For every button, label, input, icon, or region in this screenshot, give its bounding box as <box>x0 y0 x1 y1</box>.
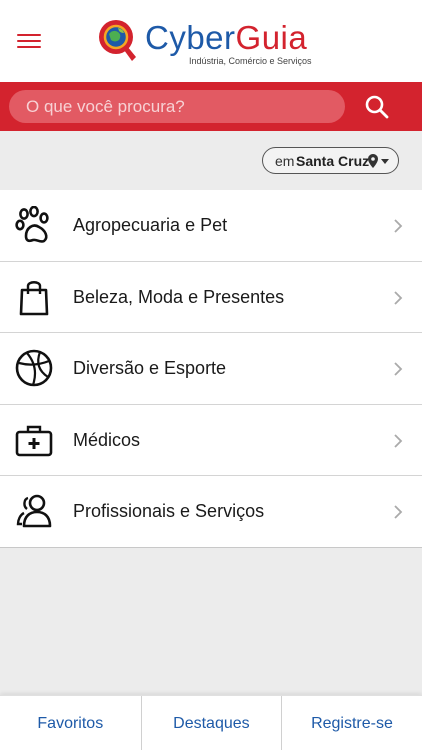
search-input[interactable] <box>9 90 345 123</box>
category-item-medicos[interactable]: Médicos <box>0 404 422 477</box>
category-label: Agropecuaria e Pet <box>73 215 228 235</box>
logo-tagline: Indústria, Comércio e Serviços <box>189 56 312 66</box>
category-item-beleza[interactable]: Beleza, Moda e Presentes <box>0 261 422 334</box>
category-item-diversao[interactable]: Diversão e Esporte <box>0 333 422 405</box>
search-bar <box>0 82 422 131</box>
tab-destaques[interactable]: Destaques <box>140 696 282 750</box>
logo-name: CyberGuia <box>145 20 307 56</box>
users-icon <box>16 495 52 528</box>
chevron-right-icon <box>394 219 403 233</box>
hamburger-menu-icon[interactable] <box>17 33 41 49</box>
category-item-profissionais[interactable]: Profissionais e Serviços <box>0 476 422 548</box>
location-city: Santa Cruz <box>296 153 370 169</box>
category-list: Agropecuaria e Pet Beleza, Moda e Presen… <box>0 190 422 548</box>
chevron-right-icon <box>394 434 403 448</box>
app-header: CyberGuia Indústria, Comércio e Serviços <box>0 0 422 82</box>
chevron-right-icon <box>394 290 403 305</box>
logo-name-cyber: Cyber <box>145 19 236 56</box>
logo[interactable]: CyberGuia Indústria, Comércio e Serviços <box>98 19 328 71</box>
category-label: Médicos <box>73 429 141 450</box>
category-label: Diversão e Esporte <box>73 358 227 379</box>
category-item-agropecuaria[interactable]: Agropecuaria e Pet <box>0 190 422 262</box>
medical-kit-icon <box>15 425 53 457</box>
tab-registre-se[interactable]: Registre-se <box>281 696 422 750</box>
chevron-right-icon <box>394 362 403 376</box>
basketball-icon <box>15 349 53 387</box>
paw-icon <box>15 206 49 243</box>
tab-favoritos[interactable]: Favoritos <box>0 696 141 750</box>
logo-name-guia: Guia <box>235 19 308 56</box>
logo-globe-icon <box>99 20 136 61</box>
chevron-right-icon <box>394 505 403 520</box>
location-selector[interactable]: em Santa Cruz <box>262 147 399 174</box>
search-icon[interactable] <box>364 94 390 120</box>
chevron-down-icon <box>381 159 389 164</box>
category-label: Profissionais e Serviços <box>73 501 265 522</box>
shopping-bag-icon <box>19 280 49 315</box>
bottom-nav: Favoritos Destaques Registre-se <box>0 695 422 750</box>
category-label: Beleza, Moda e Presentes <box>73 286 285 307</box>
map-pin-icon <box>368 154 378 168</box>
location-prefix: em <box>275 153 295 169</box>
